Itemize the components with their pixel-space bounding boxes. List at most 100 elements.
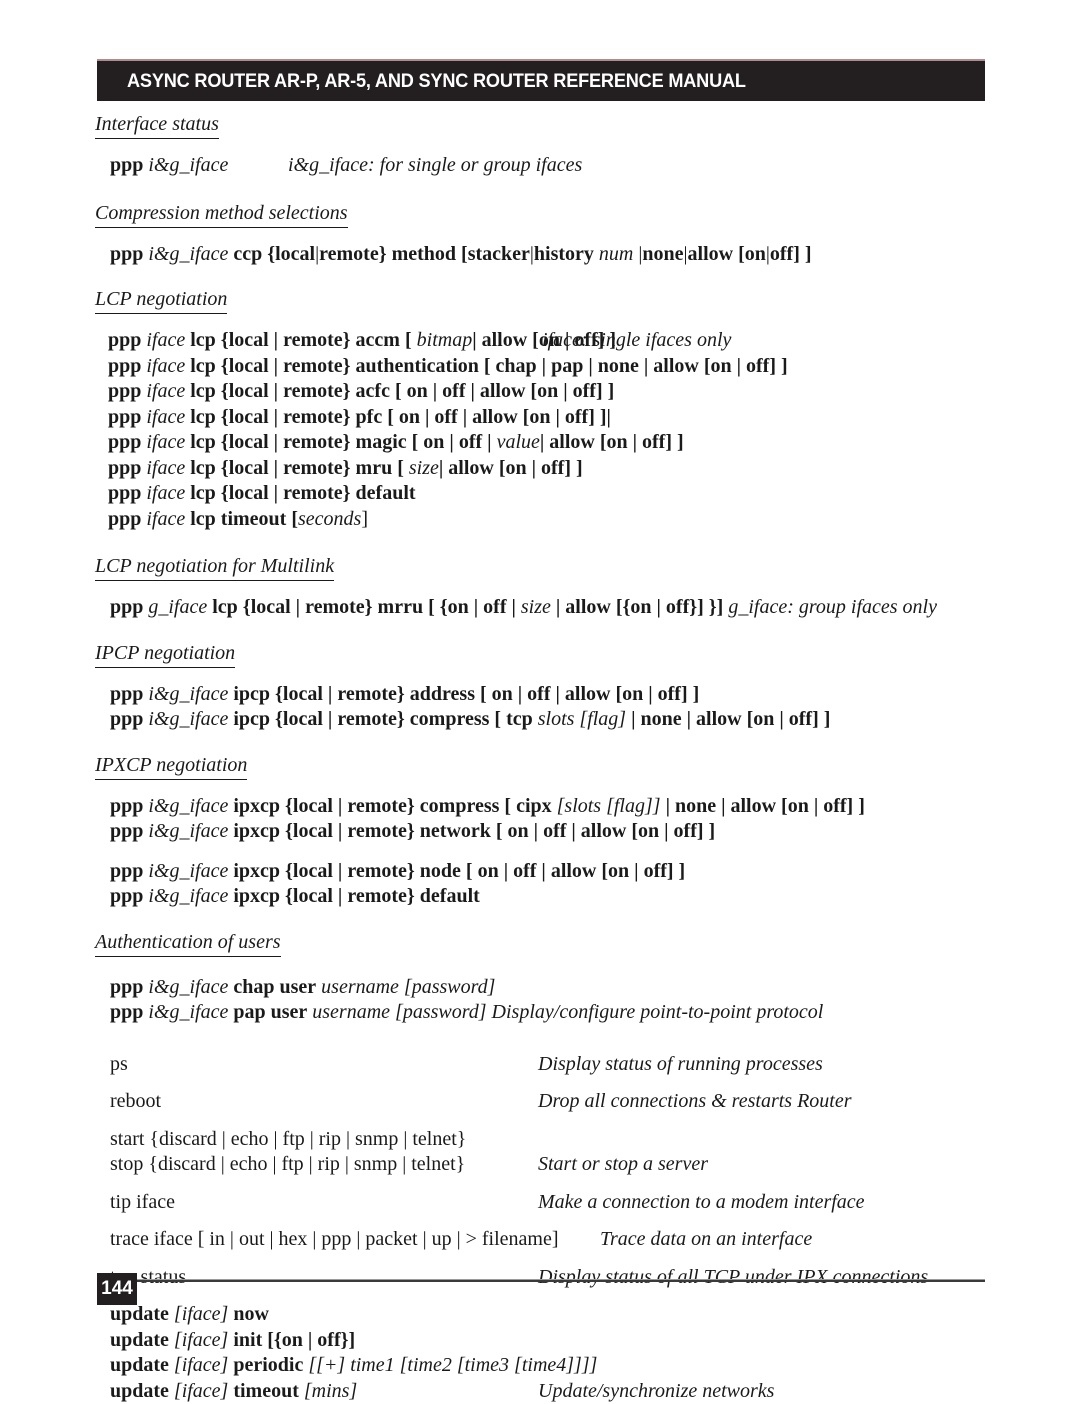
spacer <box>0 267 1080 287</box>
command-line: ppp i&g_iface ipxcp {local | remote} net… <box>110 819 1080 845</box>
cmd-keyword: | allow [{on | off}] }] <box>556 596 723 618</box>
cmd-tip: tip iface <box>110 1190 175 1216</box>
cmd-keyword: lcp {local | remote} acfc [ on | off | a… <box>190 380 614 402</box>
cmd-param: username [password] <box>321 976 495 998</box>
spacer <box>0 179 1080 201</box>
cmd-param: i&g_iface <box>148 708 228 730</box>
cmd-keyword: lcp {local | remote} default <box>190 482 415 504</box>
cmd-options: [ in | out | hex | ppp | packet | up <box>198 1228 452 1250</box>
cmd-description: Start or stop a server <box>538 1152 708 1178</box>
command-line: ppp i&g_iface chap user username [passwo… <box>110 975 1080 1001</box>
lcp-note: iface: single ifaces only <box>542 328 731 354</box>
cmd-param: iface <box>146 380 185 402</box>
spacer <box>0 733 1080 753</box>
cmd-keyword: ipcp {local | remote} address [ on | off… <box>233 683 699 705</box>
spacer <box>0 581 1080 595</box>
section-heading: LCP negotiation for Multilink <box>95 554 334 581</box>
spacer <box>0 957 1080 975</box>
cmd-param: i&g_iface <box>148 885 228 907</box>
cmd-keyword: reboot <box>110 1089 161 1115</box>
footer-rule <box>97 1279 985 1282</box>
cmd-keyword: history <box>534 243 594 265</box>
spacer <box>0 845 1080 859</box>
cmd-param: size <box>521 596 551 618</box>
spacer <box>0 532 1080 554</box>
cmd-keyword: lcp {local | remote} magic [ on | off | <box>190 431 491 453</box>
auth-commands: ppp i&g_iface chap user username [passwo… <box>0 975 1080 1026</box>
command-line: ppp iface lcp {local | remote} accm [ bi… <box>108 328 1080 354</box>
spacer <box>0 621 1080 641</box>
section-auth: Authentication of users <box>0 930 1080 957</box>
cmd-keyword: lcp {local | remote} accm [ <box>190 329 411 351</box>
cmd-param: iface <box>136 1191 175 1213</box>
cmd-keyword: ipxcp {local | remote} compress [ cipx <box>233 795 551 817</box>
cmd-param: size <box>409 457 439 479</box>
cmd-keyword: ppp <box>110 860 143 882</box>
section-lcp: LCP negotiation <box>0 287 1080 314</box>
cmd-keyword: lcp {local | remote} mru [ <box>190 457 404 479</box>
multilink-note: g_iface: group ifaces only <box>728 596 937 618</box>
cmd-param: i&g_iface <box>148 820 228 842</box>
spacer <box>0 1178 1080 1190</box>
spacer <box>0 910 1080 930</box>
cmd-keyword: | none | allow [on | off] ] <box>666 795 865 817</box>
cmd-keyword: trace <box>110 1228 149 1250</box>
cmd-redirect: | > <box>457 1228 477 1250</box>
cmd-description: Drop all connections & restarts Router <box>538 1089 852 1115</box>
cmd-keyword: ppp <box>108 380 141 402</box>
cmd-param: [iface] <box>174 1354 228 1376</box>
cmd-keyword: allow [on <box>688 243 766 265</box>
cmd-keyword: ppp <box>110 708 143 730</box>
section-heading: Compression method selections <box>95 201 348 228</box>
cmd-keyword: lcp {local | remote} authentication [ ch… <box>190 355 787 377</box>
command-line: ppp iface lcp {local | remote} magic [ o… <box>108 430 1080 456</box>
command-line: ppp i&g_iface ipxcp {local | remote} nod… <box>110 859 1080 885</box>
section-heading: LCP negotiation <box>95 287 227 314</box>
cmd-param: iface <box>146 406 185 428</box>
cmd-keyword: ppp <box>108 355 141 377</box>
cmd-keyword: ppp <box>110 795 143 817</box>
update-commands: update [iface] now update [iface] init [… <box>0 1302 1080 1404</box>
cmd-param: bitmap <box>417 329 473 351</box>
cmd-keyword: start {discard | echo | ftp | rip | snmp… <box>110 1127 466 1153</box>
cmd-param: seconds <box>298 508 361 530</box>
spacer <box>0 1026 1080 1052</box>
cmd-param: num <box>599 243 633 265</box>
spacer <box>0 668 1080 682</box>
cmd-keyword: stop {discard | echo | ftp | rip | snmp … <box>110 1152 465 1178</box>
interface-status-commands: ppp i&g_iface i&g_iface: for single or g… <box>0 153 1080 179</box>
cmd-keyword: ppp <box>110 820 143 842</box>
cmd-keyword: periodic <box>233 1354 303 1376</box>
command-row-ps: ps Display status of running processes <box>0 1052 1080 1078</box>
section-heading: IPXCP negotiation <box>95 753 247 780</box>
spacer <box>0 1290 1080 1302</box>
compression-commands: ppp i&g_iface ccp {local|remote} method … <box>0 242 1080 268</box>
cmd-keyword: ccp {local <box>233 243 315 265</box>
cmd-param: i&g_iface <box>148 683 228 705</box>
cmd-param: g_iface <box>148 596 207 618</box>
command-line: ppp iface lcp {local | remote} authentic… <box>108 354 1080 380</box>
spacer <box>0 1077 1080 1089</box>
command-line: ppp i&g_iface i&g_iface: for single or g… <box>110 153 1080 179</box>
command-line: ppp i&g_iface ipxcp {local | remote} def… <box>110 884 1080 910</box>
section-heading: Interface status <box>95 112 219 139</box>
cmd-description: Trace data on an interface <box>600 1227 812 1253</box>
cmd-bracket: ] <box>361 508 368 530</box>
lcp-commands: ppp iface lcp {local | remote} accm [ bi… <box>0 328 1080 532</box>
cmd-keyword: chap user <box>233 976 316 998</box>
command-line: ppp g_iface lcp {local | remote} mrru [ … <box>110 595 1080 621</box>
command-line: update [iface] periodic [[+] time1 [time… <box>110 1353 1080 1379</box>
cmd-keyword: ps <box>110 1052 128 1078</box>
spacer <box>0 228 1080 242</box>
document-page: ASYNC ROUTER AR-P, AR-5, AND SYNC ROUTER… <box>0 0 1080 1397</box>
cmd-param: [iface] <box>174 1329 228 1351</box>
page-title: ASYNC ROUTER AR-P, AR-5, AND SYNC ROUTER… <box>127 70 746 93</box>
command-line: ppp iface lcp {local | remote} mru [ siz… <box>108 456 1080 482</box>
cmd-keyword: now <box>233 1303 269 1325</box>
header-bar: ASYNC ROUTER AR-P, AR-5, AND SYNC ROUTER… <box>97 61 985 101</box>
command-line: ppp iface lcp timeout [seconds] <box>108 507 1080 533</box>
command-line: ppp iface lcp {local | remote} default <box>108 481 1080 507</box>
section-ipxcp: IPXCP negotiation <box>0 753 1080 780</box>
cmd-keyword: ppp <box>110 154 143 176</box>
cmd-param: [slots [flag]] <box>557 795 661 817</box>
